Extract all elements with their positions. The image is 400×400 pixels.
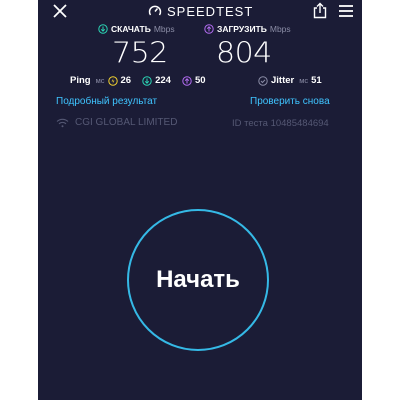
download-value: 752 <box>112 36 168 71</box>
close-button[interactable] <box>52 3 68 19</box>
jitter-label: Jitter <box>271 75 295 86</box>
share-icon <box>313 2 327 19</box>
upload-value: 804 <box>216 36 272 71</box>
speedometer-icon <box>148 5 162 16</box>
close-icon <box>53 4 67 18</box>
upload-unit: Mbps <box>269 24 291 34</box>
ping-idle-value: 26 <box>120 75 132 86</box>
ping-upload-value: 50 <box>194 75 206 86</box>
upload-label: ЗАГРУЗИТЬ <box>217 24 267 34</box>
idle-latency-icon <box>107 75 118 86</box>
upload-arrow-icon <box>204 24 214 34</box>
ping-label: Ping <box>70 75 91 86</box>
test-id: ID теста 10485484694 <box>232 118 329 129</box>
speedtest-screen: SPEEDTEST СКАЧАТЬ Mbps ЗАГРУЗИТЬ Mbps 75… <box>38 0 362 400</box>
menu-button[interactable] <box>338 4 354 18</box>
retry-link[interactable]: Проверить снова <box>250 96 330 107</box>
ping-download-value: 224 <box>155 75 171 86</box>
provider-info: CGI GLOBAL LIMITED <box>56 117 177 128</box>
download-unit: Mbps <box>153 24 175 34</box>
ping-unit: мс <box>95 76 105 85</box>
speedtest-logo: SPEEDTEST <box>148 3 253 19</box>
jitter-unit: мс <box>299 76 309 85</box>
logo-text: SPEEDTEST <box>167 3 254 19</box>
download-header: СКАЧАТЬ Mbps <box>98 24 175 34</box>
jitter-value: 51 <box>311 75 322 86</box>
start-button-label: Начать <box>156 266 240 293</box>
ping-row: Ping мс 26 224 50 <box>70 75 214 86</box>
download-arrow-icon <box>98 24 108 34</box>
provider-name: CGI GLOBAL LIMITED <box>75 117 178 128</box>
upload-header: ЗАГРУЗИТЬ Mbps <box>204 24 291 34</box>
jitter-row: Jitter мс 51 <box>258 75 330 86</box>
upload-latency-icon <box>182 75 192 86</box>
share-button[interactable] <box>312 2 328 19</box>
download-label: СКАЧАТЬ <box>111 24 151 34</box>
wifi-icon <box>56 118 69 127</box>
download-latency-icon <box>142 75 152 86</box>
menu-icon <box>339 5 353 17</box>
jitter-icon <box>258 75 268 86</box>
detailed-result-link[interactable]: Подробный результат <box>56 96 157 107</box>
start-button[interactable]: Начать <box>127 209 269 351</box>
